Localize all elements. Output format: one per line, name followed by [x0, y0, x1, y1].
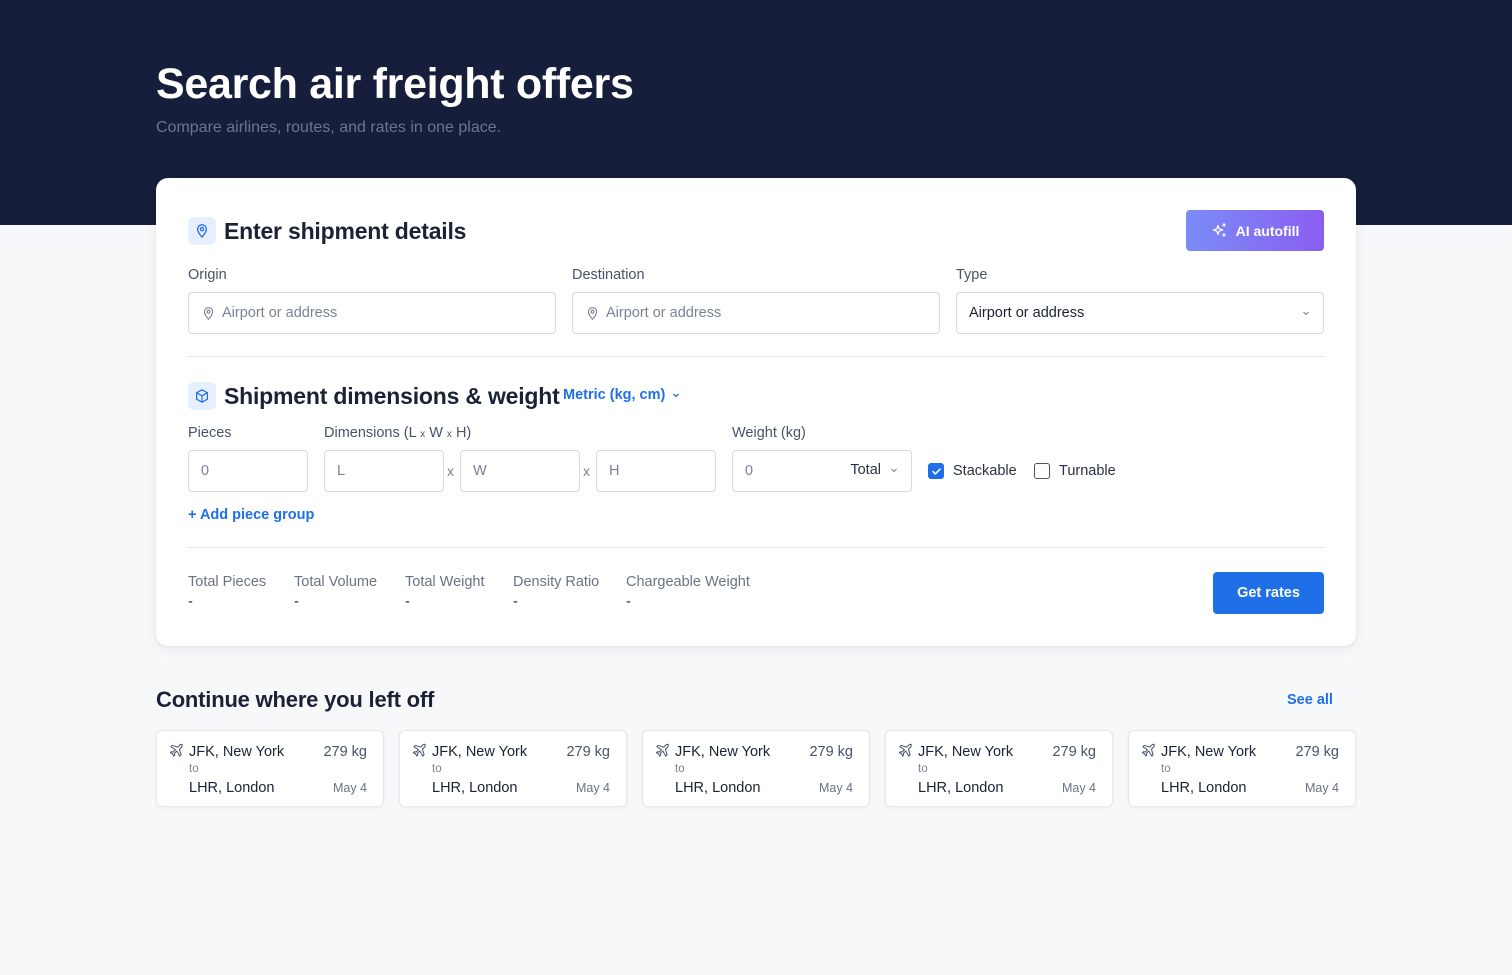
dimensions-label: Dimensions (L x W x H)	[324, 425, 472, 441]
chevron-down-icon	[671, 390, 681, 400]
recent-search-card[interactable]: JFK, New York to LHR, London 279 kg May 4	[1128, 730, 1356, 807]
destination-label: Destination	[572, 267, 645, 283]
dimensions-title: Shipment dimensions & weight	[224, 382, 560, 409]
recent-search-card[interactable]: JFK, New York to LHR, London 279 kg May 4	[156, 730, 384, 807]
map-pin-icon	[188, 217, 216, 245]
length-input[interactable]: L	[324, 450, 444, 492]
stat-density-ratio: Density Ratio -	[513, 574, 600, 610]
recent-weight: 279 kg	[566, 744, 610, 760]
destination-placeholder: Airport or address	[606, 305, 722, 321]
type-select-value: Airport or address	[969, 305, 1085, 321]
box-icon	[188, 382, 216, 410]
section-divider	[188, 547, 1324, 548]
type-select[interactable]: Airport or address	[956, 292, 1324, 334]
origin-placeholder: Airport or address	[222, 305, 338, 321]
stat-total-pieces: Total Pieces -	[188, 574, 267, 610]
unit-system-select[interactable]: Metric (kg, cm)	[563, 387, 681, 403]
recent-search-card[interactable]: JFK, New York to LHR, London 279 kg May 4	[399, 730, 627, 807]
ai-autofill-button[interactable]: AI autofill	[1186, 210, 1324, 251]
recent-weight: 279 kg	[809, 744, 853, 760]
search-form-card: Enter shipment details AI autofill Origi…	[156, 178, 1356, 646]
recent-origin: JFK, New York	[918, 744, 1014, 760]
width-input[interactable]: W	[460, 450, 580, 492]
pieces-placeholder: 0	[201, 463, 210, 479]
recent-weight: 279 kg	[1295, 744, 1339, 760]
turnable-label: Turnable	[1059, 463, 1116, 479]
weight-mode-value: Total	[850, 462, 881, 478]
checkmark-icon	[928, 463, 944, 479]
recent-date: May 4	[1061, 781, 1096, 795]
recent-to-label: to	[918, 763, 928, 775]
page-title: Search air freight offers	[156, 60, 634, 108]
add-piece-group-link[interactable]: + Add piece group	[188, 507, 314, 523]
map-pin-icon	[201, 306, 216, 321]
recent-to-label: to	[1161, 763, 1171, 775]
recent-to-label: to	[675, 763, 685, 775]
chevron-down-icon	[889, 465, 899, 475]
length-placeholder: L	[337, 463, 346, 479]
recent-weight: 279 kg	[323, 744, 367, 760]
plane-icon	[655, 743, 670, 758]
origin-input[interactable]: Airport or address	[188, 292, 556, 334]
recent-destination: LHR, London	[1161, 780, 1247, 796]
recent-date: May 4	[332, 781, 367, 795]
get-rates-button[interactable]: Get rates	[1213, 572, 1324, 614]
weight-label: Weight (kg)	[732, 425, 806, 441]
empty-checkbox-icon	[1034, 463, 1050, 479]
stackable-label: Stackable	[953, 463, 1017, 479]
destination-input[interactable]: Airport or address	[572, 292, 940, 334]
recent-weight: 279 kg	[1052, 744, 1096, 760]
recent-destination: LHR, London	[675, 780, 761, 796]
stackable-checkbox[interactable]: Stackable	[928, 463, 1017, 479]
recent-origin: JFK, New York	[432, 744, 528, 760]
recent-date: May 4	[1304, 781, 1339, 795]
map-pin-icon	[585, 306, 600, 321]
recent-search-card[interactable]: JFK, New York to LHR, London 279 kg May 4	[885, 730, 1113, 807]
type-label: Type	[956, 267, 988, 283]
shipment-details-header: Enter shipment details	[188, 217, 466, 245]
recent-destination: LHR, London	[432, 780, 518, 796]
unit-system-label: Metric (kg, cm)	[563, 387, 666, 403]
recent-origin: JFK, New York	[189, 744, 285, 760]
recent-destination: LHR, London	[918, 780, 1004, 796]
chevron-down-icon	[1301, 308, 1311, 318]
weight-input[interactable]: 0 Total	[732, 450, 912, 492]
dimension-separator: x	[583, 463, 590, 479]
height-placeholder: H	[609, 463, 620, 479]
stat-chargeable-weight: Chargeable Weight -	[626, 574, 750, 610]
width-placeholder: W	[473, 463, 487, 479]
pieces-label: Pieces	[188, 425, 232, 441]
recent-date: May 4	[575, 781, 610, 795]
weight-mode-select[interactable]: Total	[850, 462, 899, 478]
see-all-link[interactable]: See all	[1287, 692, 1333, 708]
dimensions-header: Shipment dimensions & weight	[188, 382, 560, 410]
recent-searches-title: Continue where you left off	[156, 687, 435, 712]
recent-to-label: to	[432, 763, 442, 775]
origin-label: Origin	[188, 267, 227, 283]
weight-placeholder: 0	[745, 463, 754, 479]
turnable-checkbox[interactable]: Turnable	[1034, 463, 1116, 479]
recent-search-card[interactable]: JFK, New York to LHR, London 279 kg May 4	[642, 730, 870, 807]
recent-to-label: to	[189, 763, 199, 775]
section-divider	[188, 356, 1324, 357]
recent-origin: JFK, New York	[675, 744, 771, 760]
plane-icon	[412, 743, 427, 758]
ai-autofill-label: AI autofill	[1235, 222, 1300, 239]
dimension-separator: x	[447, 463, 454, 479]
sparkles-icon	[1211, 222, 1228, 239]
pieces-input[interactable]: 0	[188, 450, 308, 492]
recent-origin: JFK, New York	[1161, 744, 1257, 760]
shipment-details-title: Enter shipment details	[224, 217, 467, 244]
plane-icon	[1141, 743, 1156, 758]
plane-icon	[898, 743, 913, 758]
height-input[interactable]: H	[596, 450, 716, 492]
page-subtitle: Compare airlines, routes, and rates in o…	[156, 119, 502, 136]
recent-date: May 4	[818, 781, 853, 795]
plane-icon	[169, 743, 184, 758]
stat-total-volume: Total Volume -	[294, 574, 378, 610]
stat-total-weight: Total Weight -	[405, 574, 485, 610]
recent-destination: LHR, London	[189, 780, 275, 796]
